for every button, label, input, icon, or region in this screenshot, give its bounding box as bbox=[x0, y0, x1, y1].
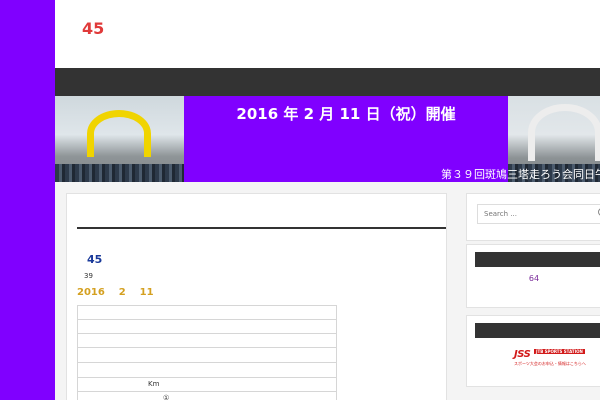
search-widget bbox=[466, 193, 600, 241]
main-content: 45 39 2016 2 11 Km ① bbox=[66, 193, 447, 400]
count-widget: 64 bbox=[466, 244, 600, 308]
entry-title[interactable]: 45 bbox=[87, 253, 102, 266]
widget-count[interactable]: 64 bbox=[467, 274, 600, 283]
header-banner: 2016 年 2 月 11 日（祝）開催 第３９回斑鳩三塔走ろう会同日午前 bbox=[55, 96, 600, 182]
search-input[interactable] bbox=[477, 204, 600, 224]
main-navigation-bar bbox=[55, 68, 600, 96]
entry-date: 2016 2 11 bbox=[77, 287, 154, 298]
banner-subtitle: 第３９回斑鳩三塔走ろう会同日午前 bbox=[441, 168, 600, 181]
distance-unit-label: Km bbox=[148, 380, 160, 388]
jss-logo-text: JSS bbox=[514, 349, 531, 360]
start-arch-image bbox=[87, 110, 151, 157]
marathon-start-photo-left bbox=[55, 96, 184, 182]
table-row bbox=[78, 363, 336, 378]
start-arch-image bbox=[528, 104, 600, 161]
item-marker: ① bbox=[163, 394, 170, 400]
table-row: Km bbox=[78, 378, 336, 392]
table-row bbox=[78, 320, 336, 334]
table-row bbox=[78, 334, 336, 348]
widget-title-bar bbox=[475, 252, 600, 267]
sponsor-widget: JSS JTB SPORTS STATION スポーツ大会のお申込・情報はこちら… bbox=[466, 315, 600, 387]
banner-title: 2016 年 2 月 11 日（祝）開催 bbox=[236, 105, 456, 123]
jss-logo-tagline: スポーツ大会のお申込・情報はこちらへ bbox=[514, 361, 586, 366]
content-divider bbox=[77, 227, 446, 229]
runners-crowd-image bbox=[55, 164, 184, 182]
entry-note: 39 bbox=[84, 272, 93, 280]
table-row bbox=[78, 348, 336, 363]
site-title-link[interactable]: 45 bbox=[82, 19, 104, 38]
table-row bbox=[78, 306, 336, 320]
event-info-table: Km ① bbox=[77, 305, 337, 400]
jss-logo-subtext: JTB SPORTS STATION bbox=[534, 349, 585, 354]
site-header: 45 bbox=[55, 0, 600, 68]
table-row: ① bbox=[78, 392, 336, 400]
jss-sports-station-logo[interactable]: JSS JTB SPORTS STATION スポーツ大会のお申込・情報はこちら… bbox=[514, 349, 586, 366]
page: 45 2016 年 2 月 11 日（祝）開催 第３９回斑鳩三塔走ろう会同日午前… bbox=[55, 0, 600, 400]
widget-title-bar bbox=[475, 323, 600, 338]
